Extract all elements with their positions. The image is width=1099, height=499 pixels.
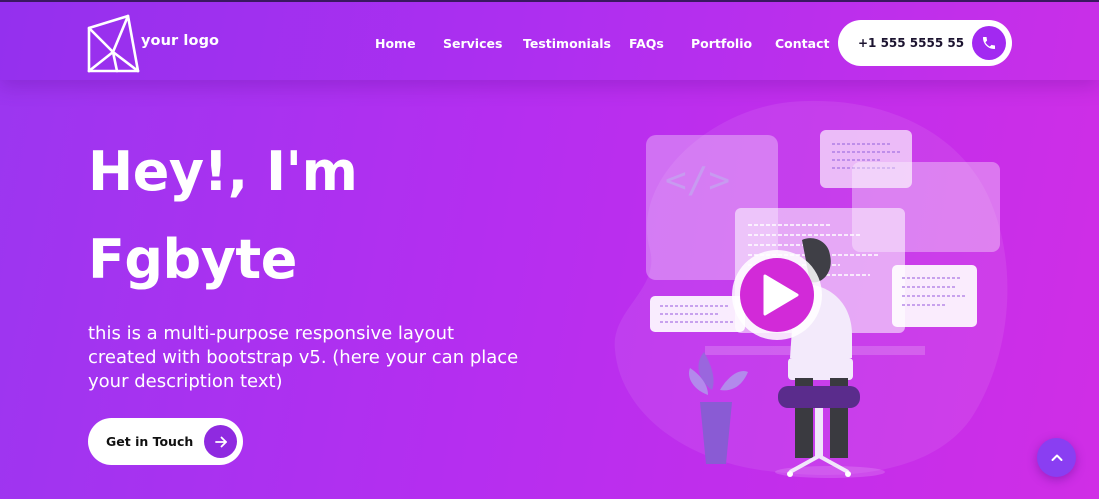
nav-item-testimonials[interactable]: Testimonials (523, 36, 611, 51)
hero-title-line2: Fgbyte (88, 228, 297, 291)
phone-button[interactable]: +1 555 5555 55 (838, 20, 1012, 66)
get-in-touch-label: Get in Touch (106, 434, 194, 449)
developer-illustration: </> (614, 100, 1008, 478)
nav-item-portfolio[interactable]: Portfolio (691, 36, 752, 51)
chevron-up-icon (1051, 454, 1062, 461)
code-symbol-icon: </> (665, 160, 730, 201)
phone-number: +1 555 5555 55 (858, 36, 965, 50)
logo-icon[interactable] (86, 12, 146, 74)
nav-item-home[interactable]: Home (375, 36, 416, 51)
nav-item-contact[interactable]: Contact (775, 36, 829, 51)
nav-item-services[interactable]: Services (443, 36, 502, 51)
get-in-touch-button[interactable]: Get in Touch (88, 418, 243, 465)
top-navbar: your logo Home Services Testimonials FAQ… (0, 0, 1099, 80)
hero-description: this is a multi-purpose responsive layou… (88, 323, 519, 392)
logo-text[interactable]: your logo (141, 33, 219, 49)
scroll-to-top-button[interactable] (1037, 438, 1076, 477)
phone-icon[interactable] (972, 26, 1006, 60)
arrow-right-icon (204, 425, 237, 458)
nav-item-faqs[interactable]: FAQs (629, 36, 664, 51)
hero-title-line1: Hey!, I'm (88, 140, 358, 203)
